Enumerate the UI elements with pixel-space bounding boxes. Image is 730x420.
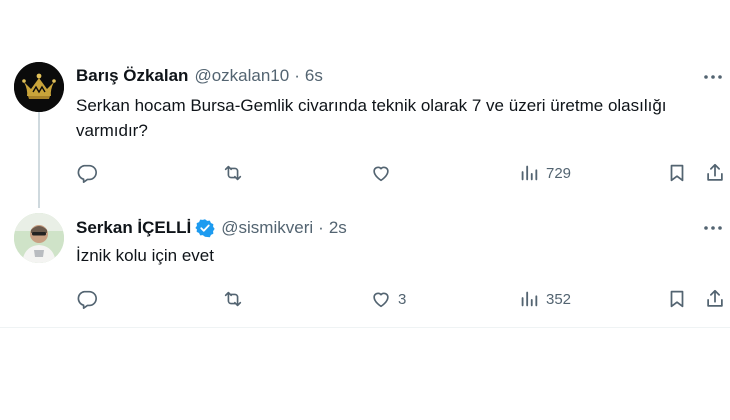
reply-icon [77, 290, 97, 309]
share-button[interactable] [704, 284, 726, 314]
reply-button[interactable] [76, 284, 104, 314]
views-button[interactable]: 729 [518, 158, 571, 188]
author-handle[interactable]: @sismikveri [221, 218, 313, 238]
verified-badge-icon [195, 218, 215, 238]
author-name[interactable]: Barış Özkalan [76, 66, 188, 86]
timestamp[interactable]: 2s [329, 218, 347, 238]
like-button[interactable]: 3 [370, 284, 406, 314]
reply-icon [77, 164, 97, 183]
views-icon [521, 291, 538, 307]
view-count: 352 [546, 290, 572, 308]
separator: · [294, 66, 300, 85]
bookmark-button[interactable] [666, 158, 688, 188]
share-icon [707, 289, 723, 307]
tweet-header: Serkan İÇELLİ @sismikveri · 2s [76, 216, 347, 240]
avatar[interactable] [14, 213, 64, 263]
retweet-icon [224, 165, 242, 181]
tweet-actions: 3 352 [76, 284, 728, 314]
retweet-button[interactable] [222, 284, 250, 314]
heart-icon [373, 292, 389, 308]
share-icon [707, 163, 723, 181]
views-icon [521, 165, 538, 181]
avatar[interactable] [14, 62, 64, 112]
like-count: 3 [398, 290, 407, 308]
separator: · [318, 218, 324, 237]
tweet-actions: 729 [76, 158, 728, 188]
more-icon[interactable] [702, 217, 724, 239]
more-icon[interactable] [702, 66, 724, 88]
bookmark-icon [670, 164, 684, 182]
tweet-header: Barış Özkalan @ozkalan10 · 6s [76, 64, 323, 88]
tweet-thread: Barış Özkalan @ozkalan10 · 6s Serkan hoc… [0, 0, 730, 328]
tweet[interactable]: Barış Özkalan @ozkalan10 · 6s Serkan hoc… [0, 56, 730, 204]
views-button[interactable]: 352 [518, 284, 571, 314]
share-button[interactable] [704, 158, 726, 188]
tweet-text: İznik kolu için evet [76, 246, 214, 265]
tweet[interactable]: Serkan İÇELLİ @sismikveri · 2s İznik kol… [0, 205, 730, 325]
retweet-icon [224, 291, 242, 307]
bookmark-icon [670, 290, 684, 308]
view-count: 729 [546, 164, 572, 182]
reply-button[interactable] [76, 158, 104, 188]
author-handle[interactable]: @ozkalan10 [194, 66, 289, 86]
like-button[interactable] [370, 158, 398, 188]
author-name[interactable]: Serkan İÇELLİ [76, 218, 191, 238]
bookmark-button[interactable] [666, 284, 688, 314]
timestamp[interactable]: 6s [305, 66, 323, 86]
heart-icon [373, 166, 389, 182]
retweet-button[interactable] [222, 158, 250, 188]
tweet-text: Serkan hocam Bursa-Gemlik civarında tekn… [76, 96, 667, 140]
